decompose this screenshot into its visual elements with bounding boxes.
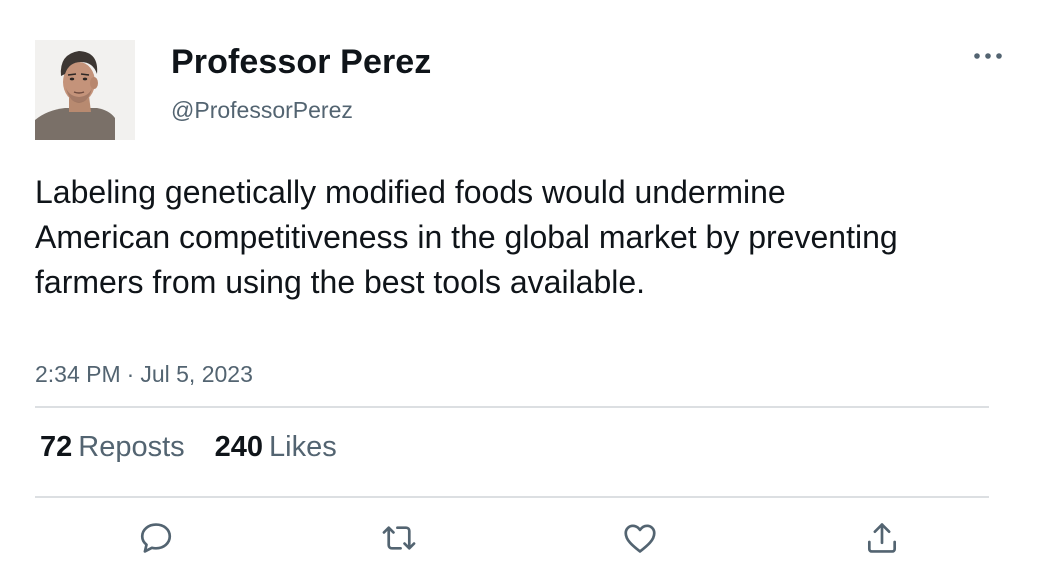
- heart-icon: [624, 524, 656, 553]
- engagement-stats: 72 Reposts 240 Likes: [40, 431, 337, 464]
- reposts-label: Reposts: [78, 431, 185, 463]
- display-name[interactable]: Professor Perez: [171, 43, 431, 82]
- likes-stat[interactable]: 240 Likes: [215, 431, 337, 464]
- like-button[interactable]: [620, 518, 660, 558]
- share-icon: [867, 523, 897, 553]
- reply-icon: [140, 523, 172, 553]
- share-button[interactable]: [862, 518, 902, 558]
- username-handle[interactable]: @ProfessorPerez: [171, 97, 353, 124]
- likes-count: 240: [214, 431, 264, 463]
- tweet-time: 2:34 PM: [35, 361, 121, 387]
- divider: [35, 496, 989, 498]
- tweet-date: Jul 5, 2023: [140, 361, 253, 387]
- more-options-button[interactable]: [967, 40, 1009, 72]
- reposts-stat[interactable]: 72 Reposts: [40, 431, 185, 464]
- likes-label: Likes: [269, 431, 337, 463]
- avatar[interactable]: [35, 40, 135, 140]
- timestamp-separator: ·: [126, 361, 135, 387]
- tweet-timestamp[interactable]: 2:34 PM · Jul 5, 2023: [35, 361, 253, 388]
- divider: [35, 406, 989, 408]
- avatar-photo: [35, 40, 135, 140]
- repost-icon: [382, 526, 416, 550]
- reposts-count: 72: [40, 431, 73, 463]
- tweet-text: Labeling genetically modified foods woul…: [35, 174, 898, 300]
- reply-button[interactable]: [136, 518, 176, 558]
- more-horizontal-icon: [974, 53, 1002, 59]
- repost-button[interactable]: [379, 518, 419, 558]
